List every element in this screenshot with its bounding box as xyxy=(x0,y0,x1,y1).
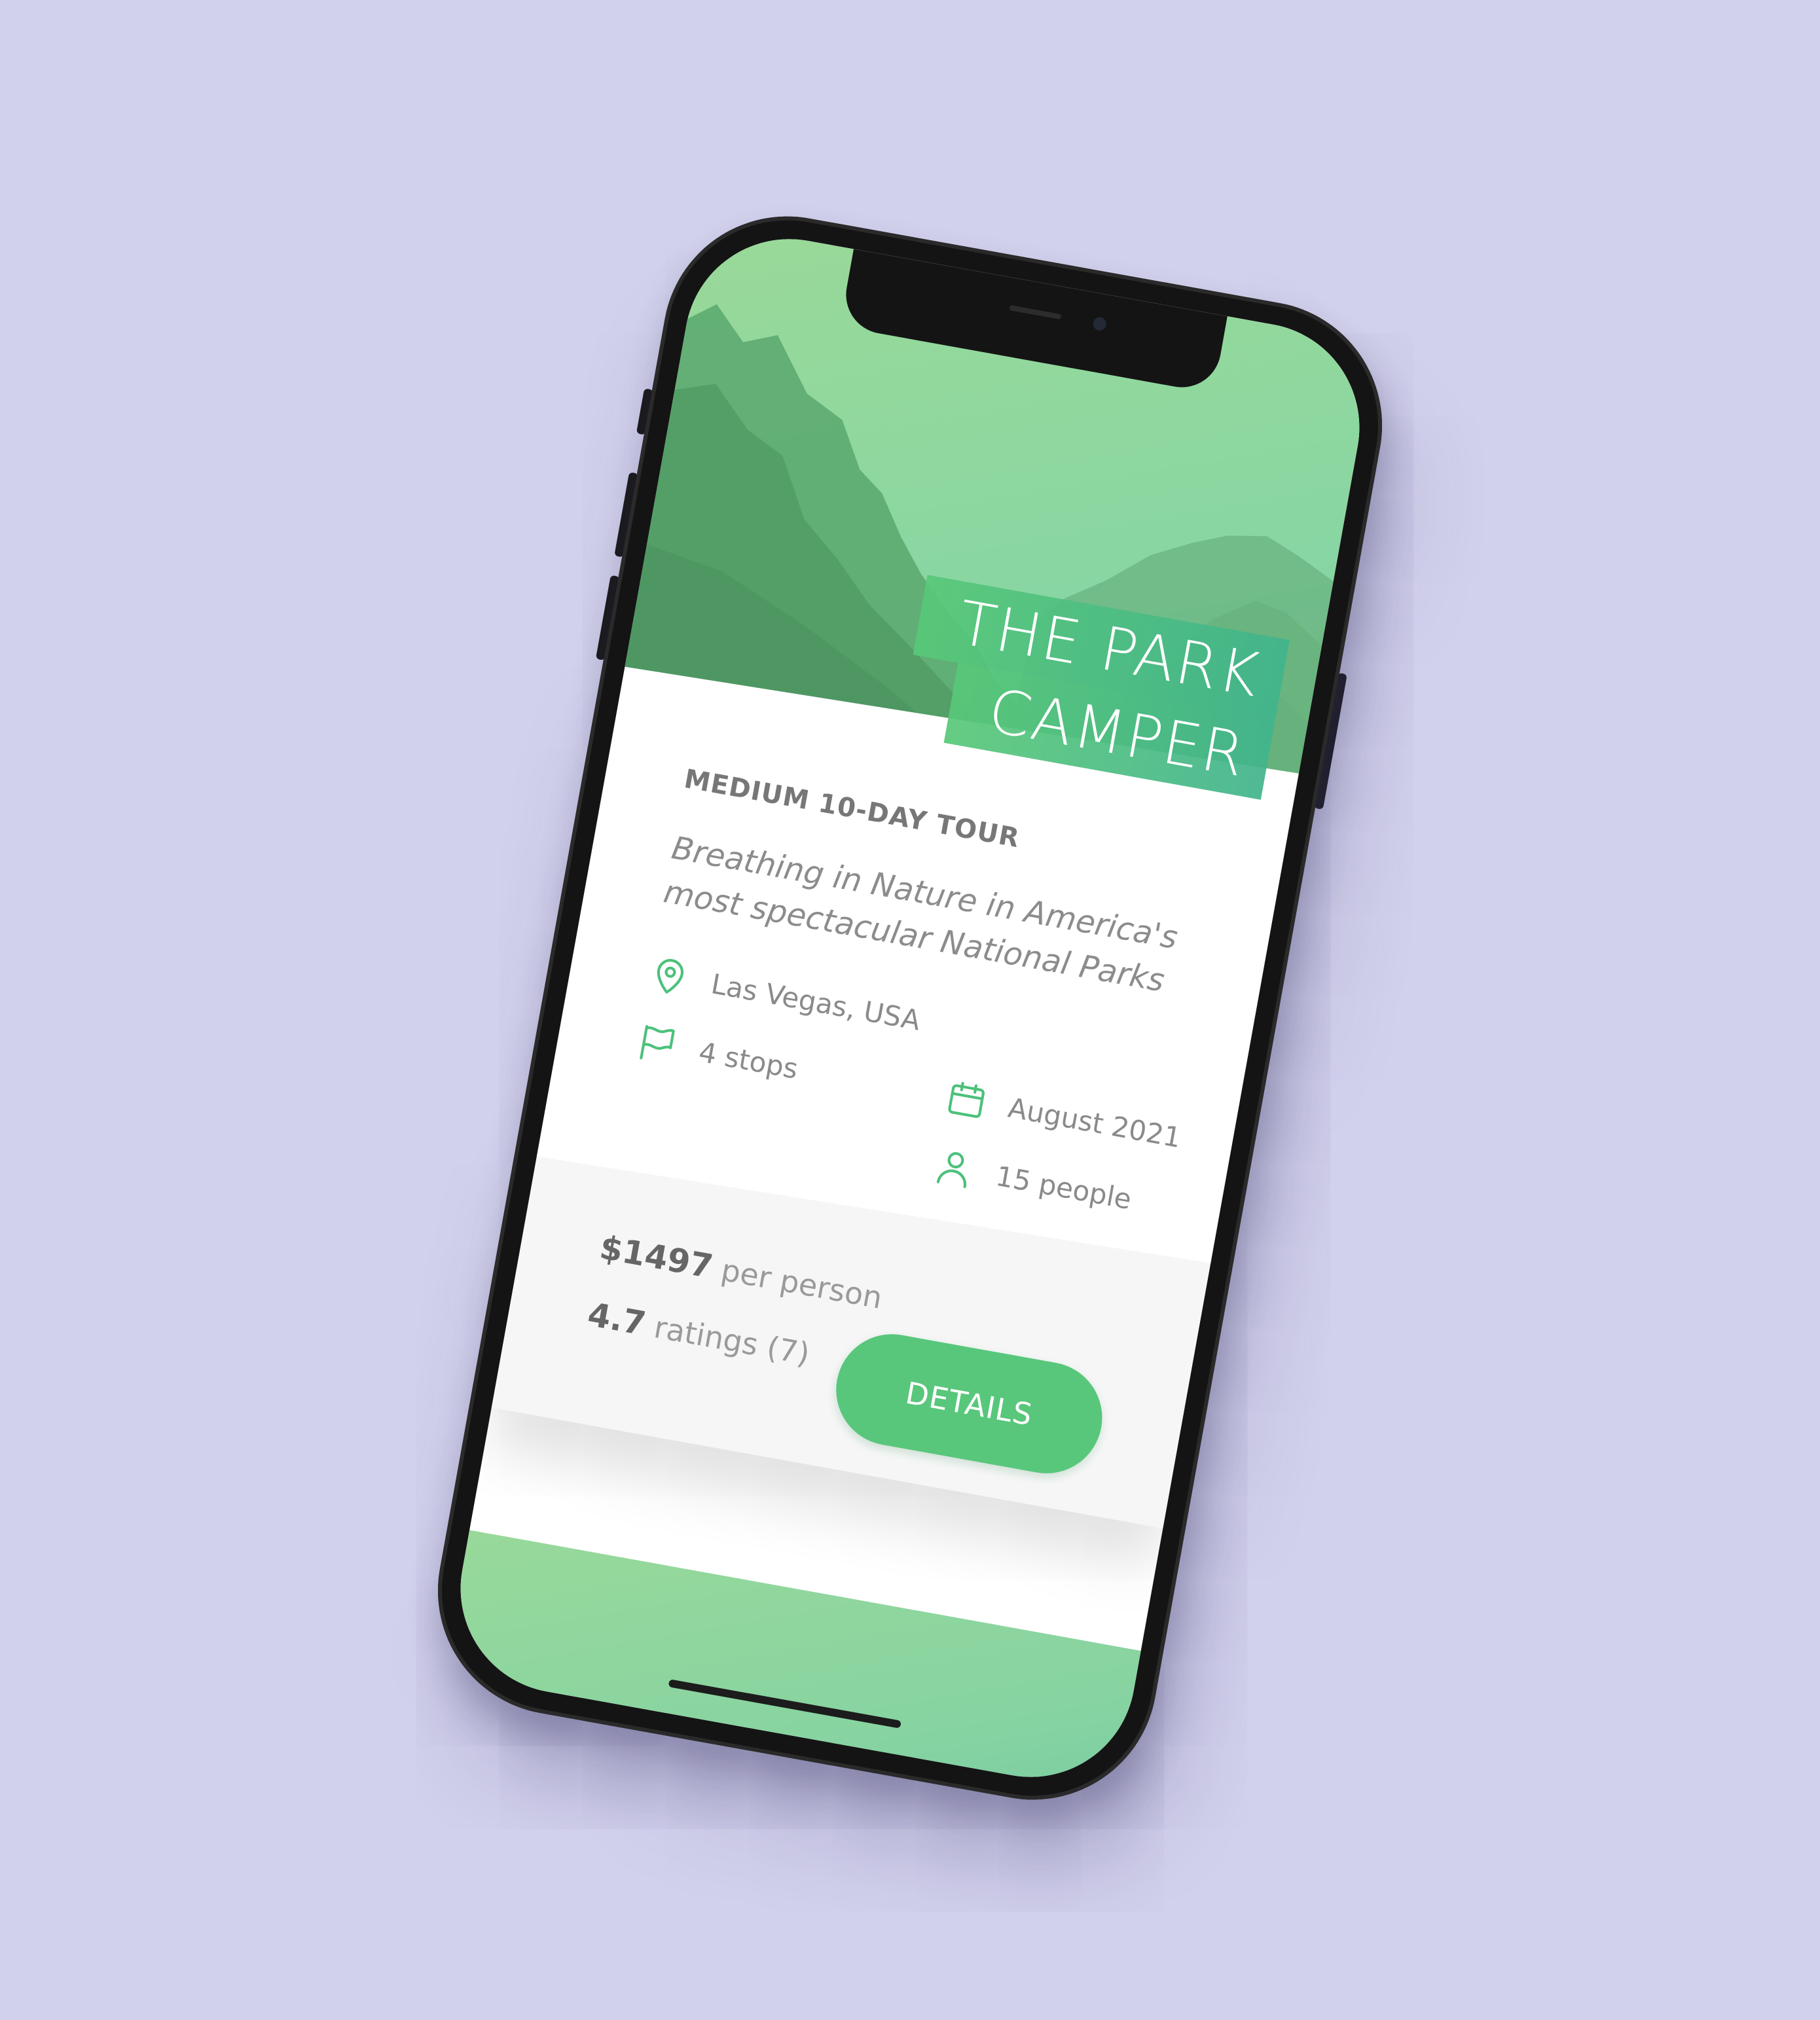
location-text: Las Vegas, USA xyxy=(708,967,923,1037)
date-item: August 2021 xyxy=(943,1076,1221,1164)
phone-device: THE PARK CAMPER MEDIUM 10-DAY TOUR Breat… xyxy=(418,196,1402,1820)
earpiece-speaker xyxy=(1009,305,1062,320)
price-block: $1497 per person 4.7 ratings (7) xyxy=(585,1228,885,1383)
price-value: $1497 xyxy=(596,1228,716,1286)
stops-text: 4 stops xyxy=(696,1036,801,1085)
date-text: August 2021 xyxy=(1006,1091,1184,1154)
user-icon xyxy=(936,1152,966,1189)
map-pin-icon xyxy=(657,959,684,994)
flag-icon xyxy=(640,1025,675,1060)
price-unit: per person xyxy=(718,1252,885,1316)
phone-screen: THE PARK CAMPER MEDIUM 10-DAY TOUR Breat… xyxy=(443,222,1377,1794)
rating-label: ratings (7) xyxy=(651,1309,812,1372)
front-camera xyxy=(1092,316,1108,332)
details-button[interactable]: DETAILS xyxy=(827,1325,1112,1483)
people-item: 15 people xyxy=(931,1144,1209,1233)
tour-meta: Las Vegas, USA 4 stops August 2021 15 pe… xyxy=(621,952,1184,1221)
calendar-icon xyxy=(948,1082,985,1119)
people-text: 15 people xyxy=(993,1159,1134,1216)
rating-row: 4.7 ratings (7) xyxy=(585,1295,873,1384)
price-row: $1497 per person xyxy=(597,1228,886,1316)
rating-value: 4.7 xyxy=(585,1295,649,1343)
